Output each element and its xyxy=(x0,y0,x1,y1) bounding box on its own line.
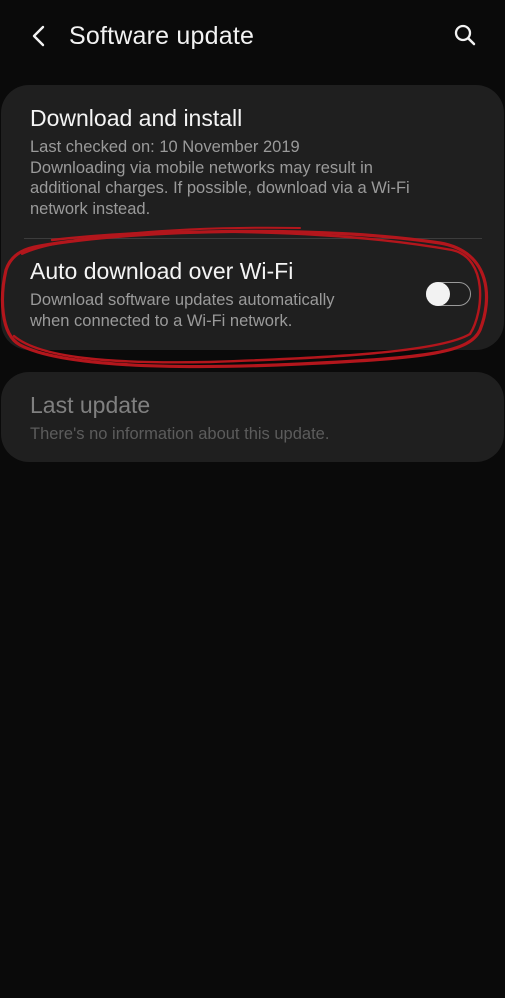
auto-download-desc-line: when connected to a Wi-Fi network. xyxy=(30,311,293,330)
update-options-card: Download and install Last checked on: 10… xyxy=(1,85,504,350)
app-bar: Software update xyxy=(0,0,505,72)
download-and-install-description: Last checked on: 10 November 2019 Downlo… xyxy=(30,137,460,219)
divider xyxy=(24,238,482,239)
back-arrow-icon xyxy=(32,25,45,47)
download-and-install-item[interactable]: Download and install Last checked on: 10… xyxy=(30,104,460,219)
auto-download-title: Auto download over Wi-Fi xyxy=(30,258,294,284)
auto-download-toggle[interactable] xyxy=(425,281,471,306)
last-checked-text: Last checked on: 10 November 2019 xyxy=(30,138,300,156)
back-button[interactable] xyxy=(22,19,56,53)
auto-download-item[interactable]: Auto download over Wi-Fi Download softwa… xyxy=(30,257,430,331)
download-note-line: network instead. xyxy=(30,199,151,218)
last-update-card: Last update There's no information about… xyxy=(1,372,504,462)
last-update-title: Last update xyxy=(30,392,151,418)
download-note-line: additional charges. If possible, downloa… xyxy=(30,179,410,197)
auto-download-desc-line: Download software updates automatically xyxy=(30,291,335,309)
page-title: Software update xyxy=(69,22,255,50)
search-button[interactable] xyxy=(448,18,482,52)
search-icon xyxy=(454,24,476,46)
auto-download-description: Download software updates automatically … xyxy=(30,290,430,331)
last-update-description: There's no information about this update… xyxy=(30,425,330,443)
software-update-screen: Software update Download and install Las… xyxy=(0,0,505,998)
download-note-line: Downloading via mobile networks may resu… xyxy=(30,158,373,177)
download-and-install-title: Download and install xyxy=(30,105,243,131)
toggle-knob xyxy=(425,281,450,306)
last-update-item: Last update There's no information about… xyxy=(30,391,470,445)
